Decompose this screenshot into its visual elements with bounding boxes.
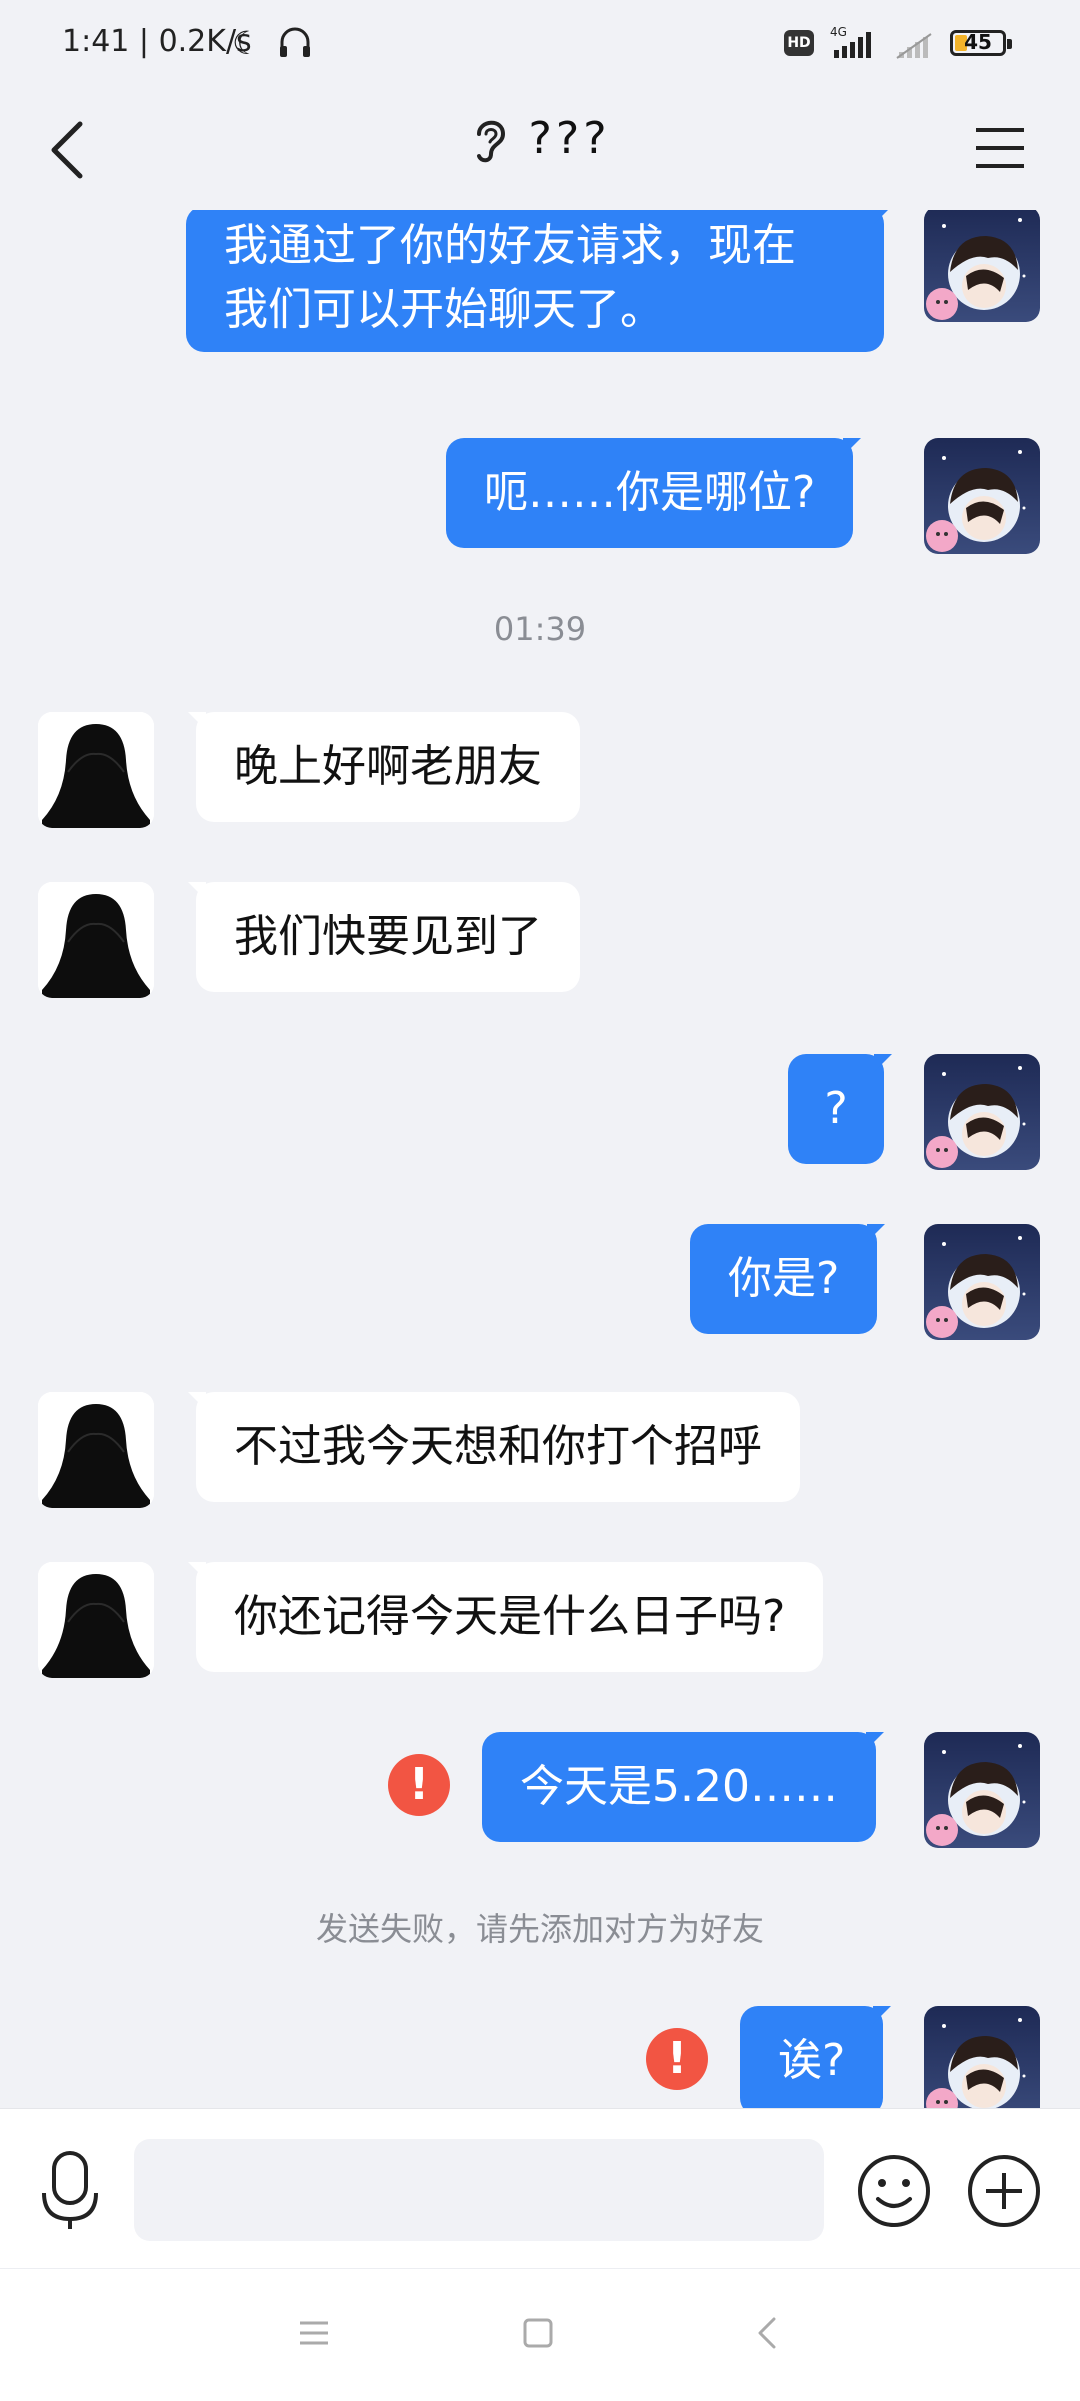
message-bubble-sent[interactable]: 我通过了你的好友请求，现在 我们可以开始聊天了。 (186, 210, 892, 352)
my-avatar[interactable] (924, 1224, 1040, 1340)
message-input[interactable] (134, 2139, 824, 2241)
send-failed-icon[interactable]: ! (388, 1754, 450, 1816)
page-title: ??? (528, 112, 611, 164)
emoji-icon[interactable] (856, 2153, 932, 2229)
battery-level: 45 (964, 30, 992, 54)
title-bar: ??? (0, 90, 1080, 210)
plus-icon[interactable] (966, 2153, 1042, 2229)
message-bubble-sent[interactable]: 今天是5.20…… (482, 1732, 884, 1842)
network-label: 4G (830, 25, 847, 39)
system-back-icon[interactable] (750, 2313, 786, 2353)
contact-avatar[interactable] (38, 882, 154, 998)
my-avatar[interactable] (924, 2006, 1040, 2110)
contact-avatar[interactable] (38, 1562, 154, 1678)
system-navigation-bar (0, 2268, 1080, 2401)
message-text: 今天是5.20…… (520, 1761, 838, 1812)
message-text: 诶? (778, 2035, 846, 2086)
hd-badge: HD (784, 30, 814, 56)
battery-icon: 45 (950, 30, 1012, 56)
message-text: 我们快要见到了 (234, 911, 542, 962)
message-text: 你还记得今天是什么日子吗? (234, 1591, 786, 1642)
recent-apps-icon[interactable] (296, 2315, 332, 2351)
chat-area[interactable]: 我通过了你的好友请求，现在 我们可以开始聊天了。 呃……你是哪位? 01:39 … (0, 210, 1080, 2110)
message-text: 呃……你是哪位? (484, 467, 816, 518)
input-bar (0, 2108, 1080, 2269)
my-avatar[interactable] (924, 1054, 1040, 1170)
send-failed-icon[interactable]: ! (646, 2028, 708, 2090)
headphones-icon (280, 27, 310, 57)
moon-icon: ☾ (232, 24, 261, 62)
home-icon[interactable] (520, 2315, 556, 2351)
ear-icon[interactable] (469, 112, 509, 164)
message-timestamp: 01:39 (493, 610, 587, 648)
status-time: 1:41 | 0.2K/s (62, 24, 252, 59)
message-bubble-sent[interactable]: ? (788, 1054, 892, 1164)
my-avatar[interactable] (924, 210, 1040, 322)
message-text: ? (824, 1083, 848, 1134)
message-text: 你是? (728, 1253, 840, 1304)
message-text: 我通过了你的好友请求，现在 (224, 220, 796, 271)
menu-icon[interactable] (972, 120, 1028, 176)
status-bar: 1:41 | 0.2K/s ☾ HD 4G 45 (0, 0, 1080, 90)
message-text: 不过我今天想和你打个招呼 (234, 1421, 762, 1472)
chat-title: ??? (0, 112, 1080, 164)
message-bubble-received[interactable]: 你还记得今天是什么日子吗? (187, 1562, 824, 1672)
message-bubble-received[interactable]: 不过我今天想和你打个招呼 (188, 1392, 800, 1502)
signal-empty-icon (896, 33, 932, 59)
contact-avatar[interactable] (38, 712, 154, 828)
my-avatar[interactable] (924, 438, 1040, 554)
message-bubble-sent[interactable]: 呃……你是哪位? (446, 438, 862, 548)
signal-icon: 4G (830, 25, 871, 58)
message-bubble-sent[interactable]: 你是? (690, 1224, 886, 1334)
microphone-icon[interactable] (38, 2149, 102, 2231)
my-avatar[interactable] (924, 1732, 1040, 1848)
send-failure-notice: 发送失败，请先添加对方为好友 (315, 1910, 764, 1948)
message-bubble-received[interactable]: 我们快要见到了 (188, 882, 580, 992)
contact-avatar[interactable] (38, 1392, 154, 1508)
message-bubble-received[interactable]: 晚上好啊老朋友 (188, 712, 580, 822)
message-bubble-sent[interactable]: 诶? (740, 2006, 892, 2110)
message-text: 我们可以开始聊天了。 (224, 284, 664, 335)
message-text: 晚上好啊老朋友 (234, 741, 542, 792)
